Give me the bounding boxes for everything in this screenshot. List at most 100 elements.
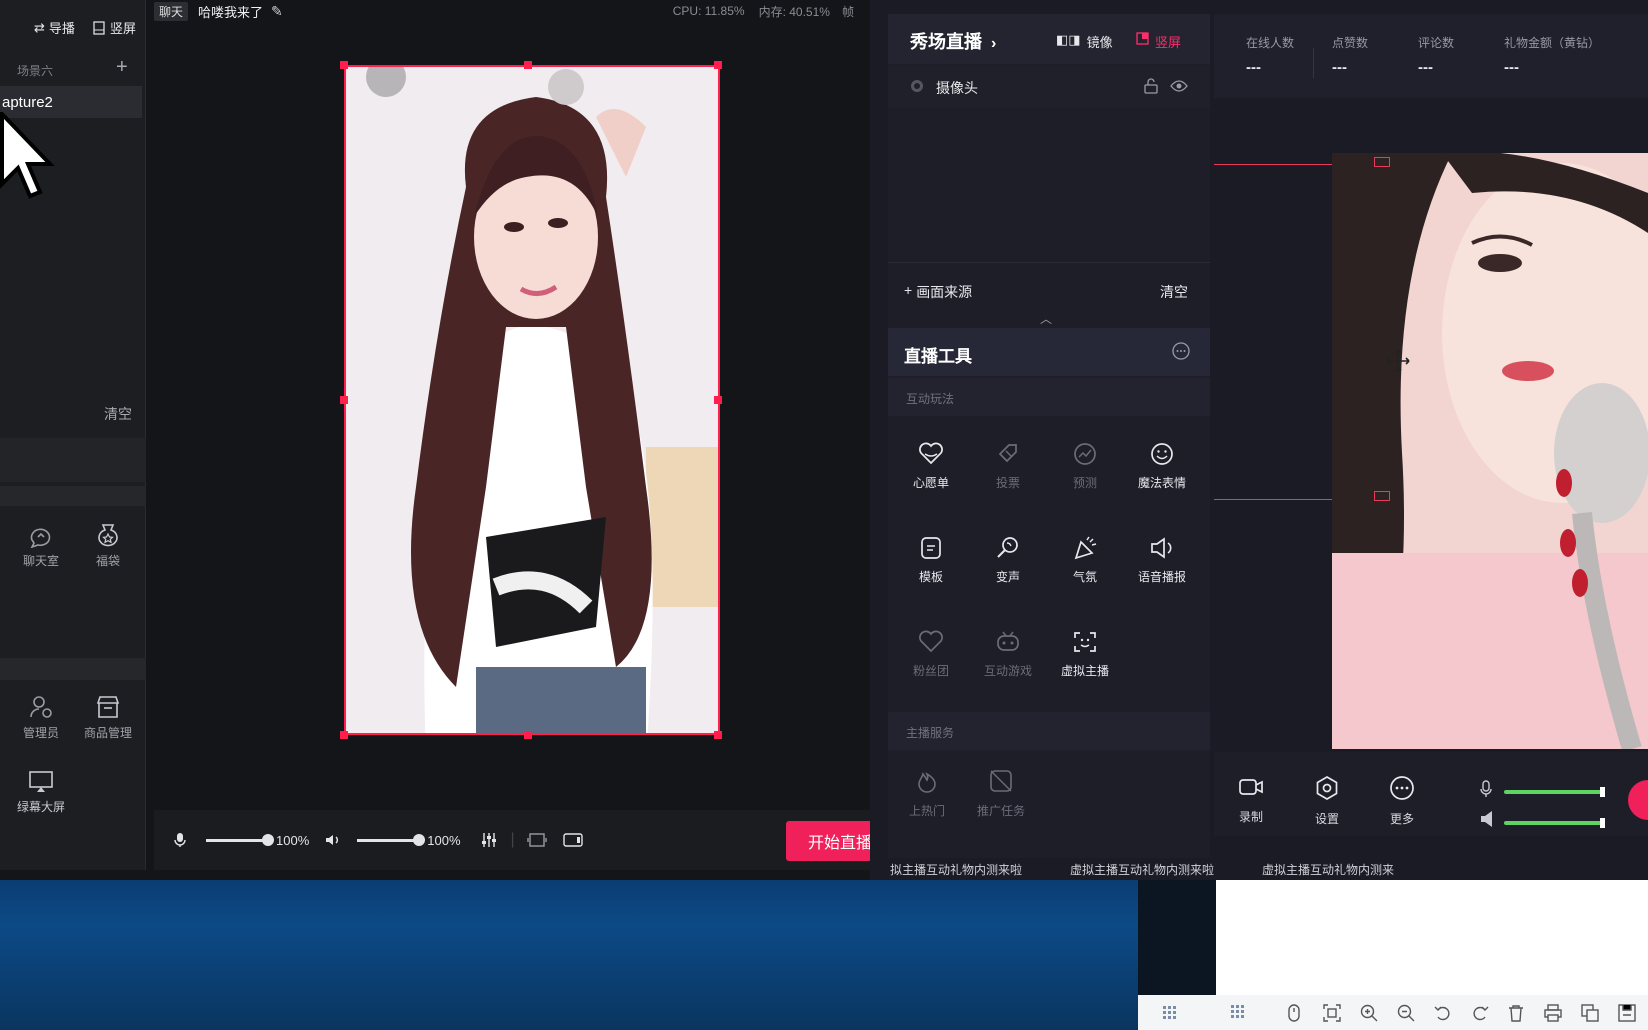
stream-preview-canvas[interactable] [344, 65, 720, 735]
clear-source-button[interactable]: 清空 [1160, 282, 1188, 302]
tool-voice-change[interactable]: 变声 [969, 536, 1047, 585]
crop-handle-bottom[interactable] [1374, 491, 1390, 501]
tool-magic-emoji[interactable]: 魔法表情 [1123, 442, 1201, 491]
speaker-icon[interactable] [325, 833, 341, 847]
live-mode-selector[interactable]: 秀场直播 › [910, 28, 996, 54]
microphone-icon[interactable] [1480, 780, 1492, 798]
vote-tag-icon [995, 442, 1021, 466]
speaker-volume-value: 100% [427, 832, 461, 848]
speaker-volume-slider[interactable] [357, 834, 426, 846]
screen-switch-icon[interactable] [526, 832, 547, 848]
trash-icon[interactable] [1508, 1004, 1526, 1022]
ticker-item-1: 拟主播互动礼物内测来啦 [890, 863, 1023, 877]
cpu-usage: CPU: 11.85% [672, 4, 745, 18]
tool-virtual-anchor[interactable]: 虚拟主播 [1046, 630, 1124, 679]
tool-predict[interactable]: 预测 [1046, 442, 1124, 491]
stat-online: 在线人数 --- [1246, 36, 1295, 76]
right-camera-preview[interactable] [1332, 153, 1648, 749]
stat-likes: 点赞数 --- [1332, 36, 1369, 76]
lucky-bag-button[interactable]: 福袋 [78, 522, 138, 569]
tool-go-hot[interactable]: 上热门 [888, 768, 966, 819]
mic-volume-knob[interactable] [262, 834, 274, 846]
tool-fan-club[interactable]: 粉丝团 [892, 630, 970, 679]
tool-vote[interactable]: 投票 [969, 442, 1047, 491]
copy-icon[interactable] [1581, 1004, 1599, 1022]
tool-atmosphere[interactable]: 气氛 [1046, 536, 1124, 585]
speaker-level-knob[interactable] [1600, 818, 1605, 828]
speaker-volume-knob[interactable] [413, 834, 426, 846]
print-icon[interactable] [1544, 1004, 1562, 1022]
go-live-round-button[interactable] [1628, 780, 1648, 820]
portrait-button[interactable]: 竖屏 [92, 18, 136, 37]
tool-template[interactable]: 模板 [892, 536, 970, 585]
visibility-eye-icon[interactable] [1170, 79, 1188, 93]
fit-screen-icon[interactable] [1323, 1004, 1341, 1022]
room-title: 哈喽我来了 [198, 4, 264, 20]
gamepad-icon [995, 630, 1021, 654]
streamer-closeup-frame [1332, 153, 1648, 749]
desktop-wallpaper [0, 880, 1138, 1030]
unlock-icon[interactable] [1144, 78, 1158, 94]
start-live-button[interactable]: 开始直播 [786, 821, 874, 861]
tool-interactive-game[interactable]: 互动游戏 [969, 630, 1047, 679]
lucky-bag-icon [95, 522, 121, 548]
resize-handle-bl[interactable] [340, 731, 348, 739]
chat-tag[interactable]: 聊天 [154, 1, 189, 21]
camera-dot-icon [910, 79, 924, 93]
collapse-chevron-icon[interactable]: ︿ [1040, 310, 1052, 327]
mic-level-bar[interactable] [1504, 787, 1605, 797]
source-row-camera[interactable]: 摄像头 [888, 66, 1210, 108]
crop-handle-top[interactable] [1374, 157, 1390, 167]
mouse-icon[interactable] [1286, 1004, 1304, 1022]
mirror-button[interactable]: ◧◨ 镜像 [1056, 32, 1113, 51]
store-icon [95, 694, 121, 720]
speaker-icon[interactable] [1480, 810, 1494, 828]
green-screen-button[interactable]: 绿幕大屏 [11, 770, 71, 815]
guide-button[interactable]: ⇄ 导播 [34, 18, 75, 37]
edit-pencil-icon[interactable]: ✎ [271, 3, 283, 20]
resize-handle-b[interactable] [524, 731, 532, 739]
portrait-mode-button[interactable]: 竖屏 [1136, 32, 1181, 51]
rotate-left-icon[interactable] [1434, 1004, 1452, 1022]
clear-sources-button[interactable]: 清空 [104, 404, 132, 424]
resize-handle-tr[interactable] [714, 61, 722, 69]
resize-handle-r[interactable] [714, 396, 722, 404]
source-divider [888, 262, 1210, 263]
mic-level-knob[interactable] [1600, 787, 1605, 797]
record-button[interactable]: 录制 [1226, 776, 1276, 825]
zoom-in-icon[interactable] [1360, 1004, 1378, 1022]
resize-handle-l[interactable] [340, 396, 348, 404]
rotate-right-icon[interactable] [1471, 1004, 1489, 1022]
admin-user-icon [28, 694, 54, 720]
resize-handle-br[interactable] [714, 731, 722, 739]
mixer-icon[interactable] [481, 832, 497, 848]
add-scene-icon[interactable]: + [116, 56, 128, 79]
camera-toggle-icon[interactable] [562, 832, 583, 848]
grid-icon[interactable] [1162, 1005, 1180, 1023]
admin-button[interactable]: 管理员 [11, 694, 71, 741]
mic-volume-slider[interactable] [206, 834, 274, 846]
more-button[interactable]: 更多 [1377, 776, 1427, 827]
add-source-button[interactable]: + 画面来源 [904, 282, 972, 302]
scene-header: 场景六 [17, 64, 54, 78]
microphone-icon[interactable] [174, 832, 186, 848]
resize-handle-tl[interactable] [340, 61, 348, 69]
move-cross-icon[interactable] [1386, 349, 1410, 373]
live-stats-panel: 在线人数 --- 点赞数 --- 评论数 --- 礼物金额（黄钻） --- [1214, 14, 1648, 98]
plus-icon: + [904, 282, 913, 298]
grid-icon-2[interactable] [1230, 1004, 1248, 1022]
zoom-out-icon[interactable] [1397, 1004, 1415, 1022]
tool-wish-list[interactable]: 心愿单 [892, 442, 970, 491]
settings-button[interactable]: 设置 [1302, 776, 1352, 827]
speaker-level-bar[interactable] [1504, 818, 1605, 828]
tool-voice-broadcast[interactable]: 语音播报 [1123, 536, 1201, 585]
hot-icon [914, 768, 940, 794]
tool-promotion-task[interactable]: 推广任务 [962, 768, 1040, 819]
portrait-screen-icon [1136, 32, 1149, 51]
bar-separator: | [510, 831, 515, 848]
chatroom-button[interactable]: 聊天室 [11, 526, 71, 569]
resize-handle-t[interactable] [524, 61, 532, 69]
more-options-icon[interactable] [1172, 342, 1190, 360]
save-as-icon[interactable] [1618, 1004, 1636, 1022]
product-manage-button[interactable]: 商品管理 [78, 694, 138, 741]
